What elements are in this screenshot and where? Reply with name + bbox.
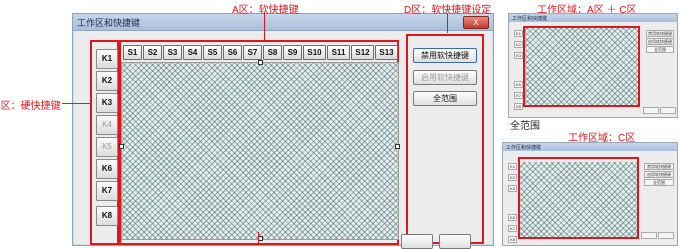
top-thumb-titlebar: 工作区和快捷键: [509, 14, 677, 22]
soft-key-s12[interactable]: S12: [351, 45, 374, 60]
resize-handle-left[interactable]: [119, 144, 124, 149]
soft-key-s8[interactable]: S8: [263, 45, 282, 60]
soft-key-s9[interactable]: S9: [283, 45, 302, 60]
top-thumb-cancel: [660, 107, 676, 114]
top-thumb-red-frame: [523, 26, 640, 107]
hard-key-k1[interactable]: K1: [96, 49, 118, 69]
top-thumb-k8: K8: [514, 103, 523, 110]
enable-soft-keys-button[interactable]: 启用软快捷键: [413, 70, 477, 85]
bottom-thumb-titlebar: 工作区和快捷键: [503, 143, 677, 151]
d-zone-frame: [406, 34, 484, 244]
disable-soft-keys-button[interactable]: 禁用软快捷键: [413, 48, 477, 63]
dialog-title: 工作区和快捷键: [77, 18, 141, 28]
soft-key-s10[interactable]: S10: [303, 45, 326, 60]
b-zone-pointer: [62, 103, 90, 104]
soft-key-s1[interactable]: S1: [123, 45, 142, 60]
soft-key-s3[interactable]: S3: [163, 45, 182, 60]
full-range-caption: 全范围: [510, 121, 540, 132]
c-zone-pointer: [258, 232, 259, 244]
bottom-thumb-window-title: 工作区和快捷键: [506, 145, 542, 151]
bottom-thumb-btn-enable: 启用软快捷键: [644, 171, 674, 178]
bottom-thumb-btn-full: 全范围: [644, 179, 674, 186]
top-thumb-k1: K1: [514, 30, 523, 37]
resize-handle-top[interactable]: [258, 60, 263, 65]
a-zone-label: A区：软快捷键: [232, 5, 299, 16]
bottom-thumb-k6: K6: [508, 214, 517, 221]
soft-key-s2[interactable]: S2: [143, 45, 162, 60]
bottom-thumb-k3: K3: [508, 185, 517, 192]
dialog-titlebar: 工作区和快捷键 X: [73, 14, 493, 31]
hard-key-k5[interactable]: K5: [96, 137, 118, 157]
soft-key-s4[interactable]: S4: [183, 45, 202, 60]
a-zone-pointer: [264, 13, 265, 41]
soft-key-s7[interactable]: S7: [243, 45, 262, 60]
bottom-thumb-cancel: [658, 232, 674, 239]
top-thumbnail: 工作区和快捷键 K1 K2 K3 K6 K7 K8 禁用软快捷键 启用软快捷键 …: [508, 13, 678, 118]
hard-key-k4[interactable]: K4: [96, 115, 118, 135]
work-area-canvas[interactable]: [121, 62, 399, 240]
hard-key-k7[interactable]: K7: [96, 181, 118, 201]
top-thumb-k7: K7: [514, 92, 523, 99]
bottom-thumb-k1: K1: [508, 163, 517, 170]
top-thumb-k2: K2: [514, 41, 523, 48]
b-zone-label: B区：硬快捷键: [0, 101, 61, 112]
hard-key-k2[interactable]: K2: [96, 71, 118, 91]
top-thumb-window-title: 工作区和快捷键: [512, 16, 548, 22]
cancel-button[interactable]: [439, 234, 471, 249]
top-thumb-btn-full: 全范围: [646, 46, 674, 53]
bottom-thumb-k2: K2: [508, 174, 517, 181]
soft-key-s13[interactable]: S13: [375, 45, 398, 60]
soft-key-s5[interactable]: S5: [203, 45, 222, 60]
top-thumb-btn-enable: 启用软快捷键: [646, 38, 674, 45]
hard-key-k6[interactable]: K6: [96, 159, 118, 179]
soft-key-s11[interactable]: S11: [327, 45, 350, 60]
top-thumb-k3: K3: [514, 52, 523, 59]
full-range-button[interactable]: 全范围: [413, 91, 477, 106]
bottom-thumb-red-frame: [518, 157, 639, 239]
hard-key-k8[interactable]: K8: [96, 206, 118, 226]
bottom-thumb-btn-disable: 禁用软快捷键: [644, 163, 674, 170]
bottom-thumb-ok: [641, 232, 657, 239]
bottom-thumb-k8: K8: [508, 236, 517, 243]
top-thumb-ok: [643, 107, 659, 114]
resize-handle-right[interactable]: [395, 144, 400, 149]
soft-key-s6[interactable]: S6: [223, 45, 242, 60]
close-button[interactable]: X: [463, 16, 489, 29]
top-thumb-btn-disable: 禁用软快捷键: [646, 30, 674, 37]
hard-key-k3[interactable]: K3: [96, 93, 118, 113]
ok-button[interactable]: [401, 234, 433, 249]
workarea-dialog: 工作区和快捷键 X K1 K2 K3 K4 K5 K6 K7 K8 S1 S2 …: [72, 13, 494, 249]
d-zone-pointer: [447, 13, 448, 33]
bottom-thumbnail: 工作区和快捷键 K1 K2 K3 K6 K7 K8 禁用软快捷键 启用软快捷键 …: [502, 142, 678, 246]
top-thumb-k6: K6: [514, 81, 523, 88]
bottom-thumb-k7: K7: [508, 225, 517, 232]
